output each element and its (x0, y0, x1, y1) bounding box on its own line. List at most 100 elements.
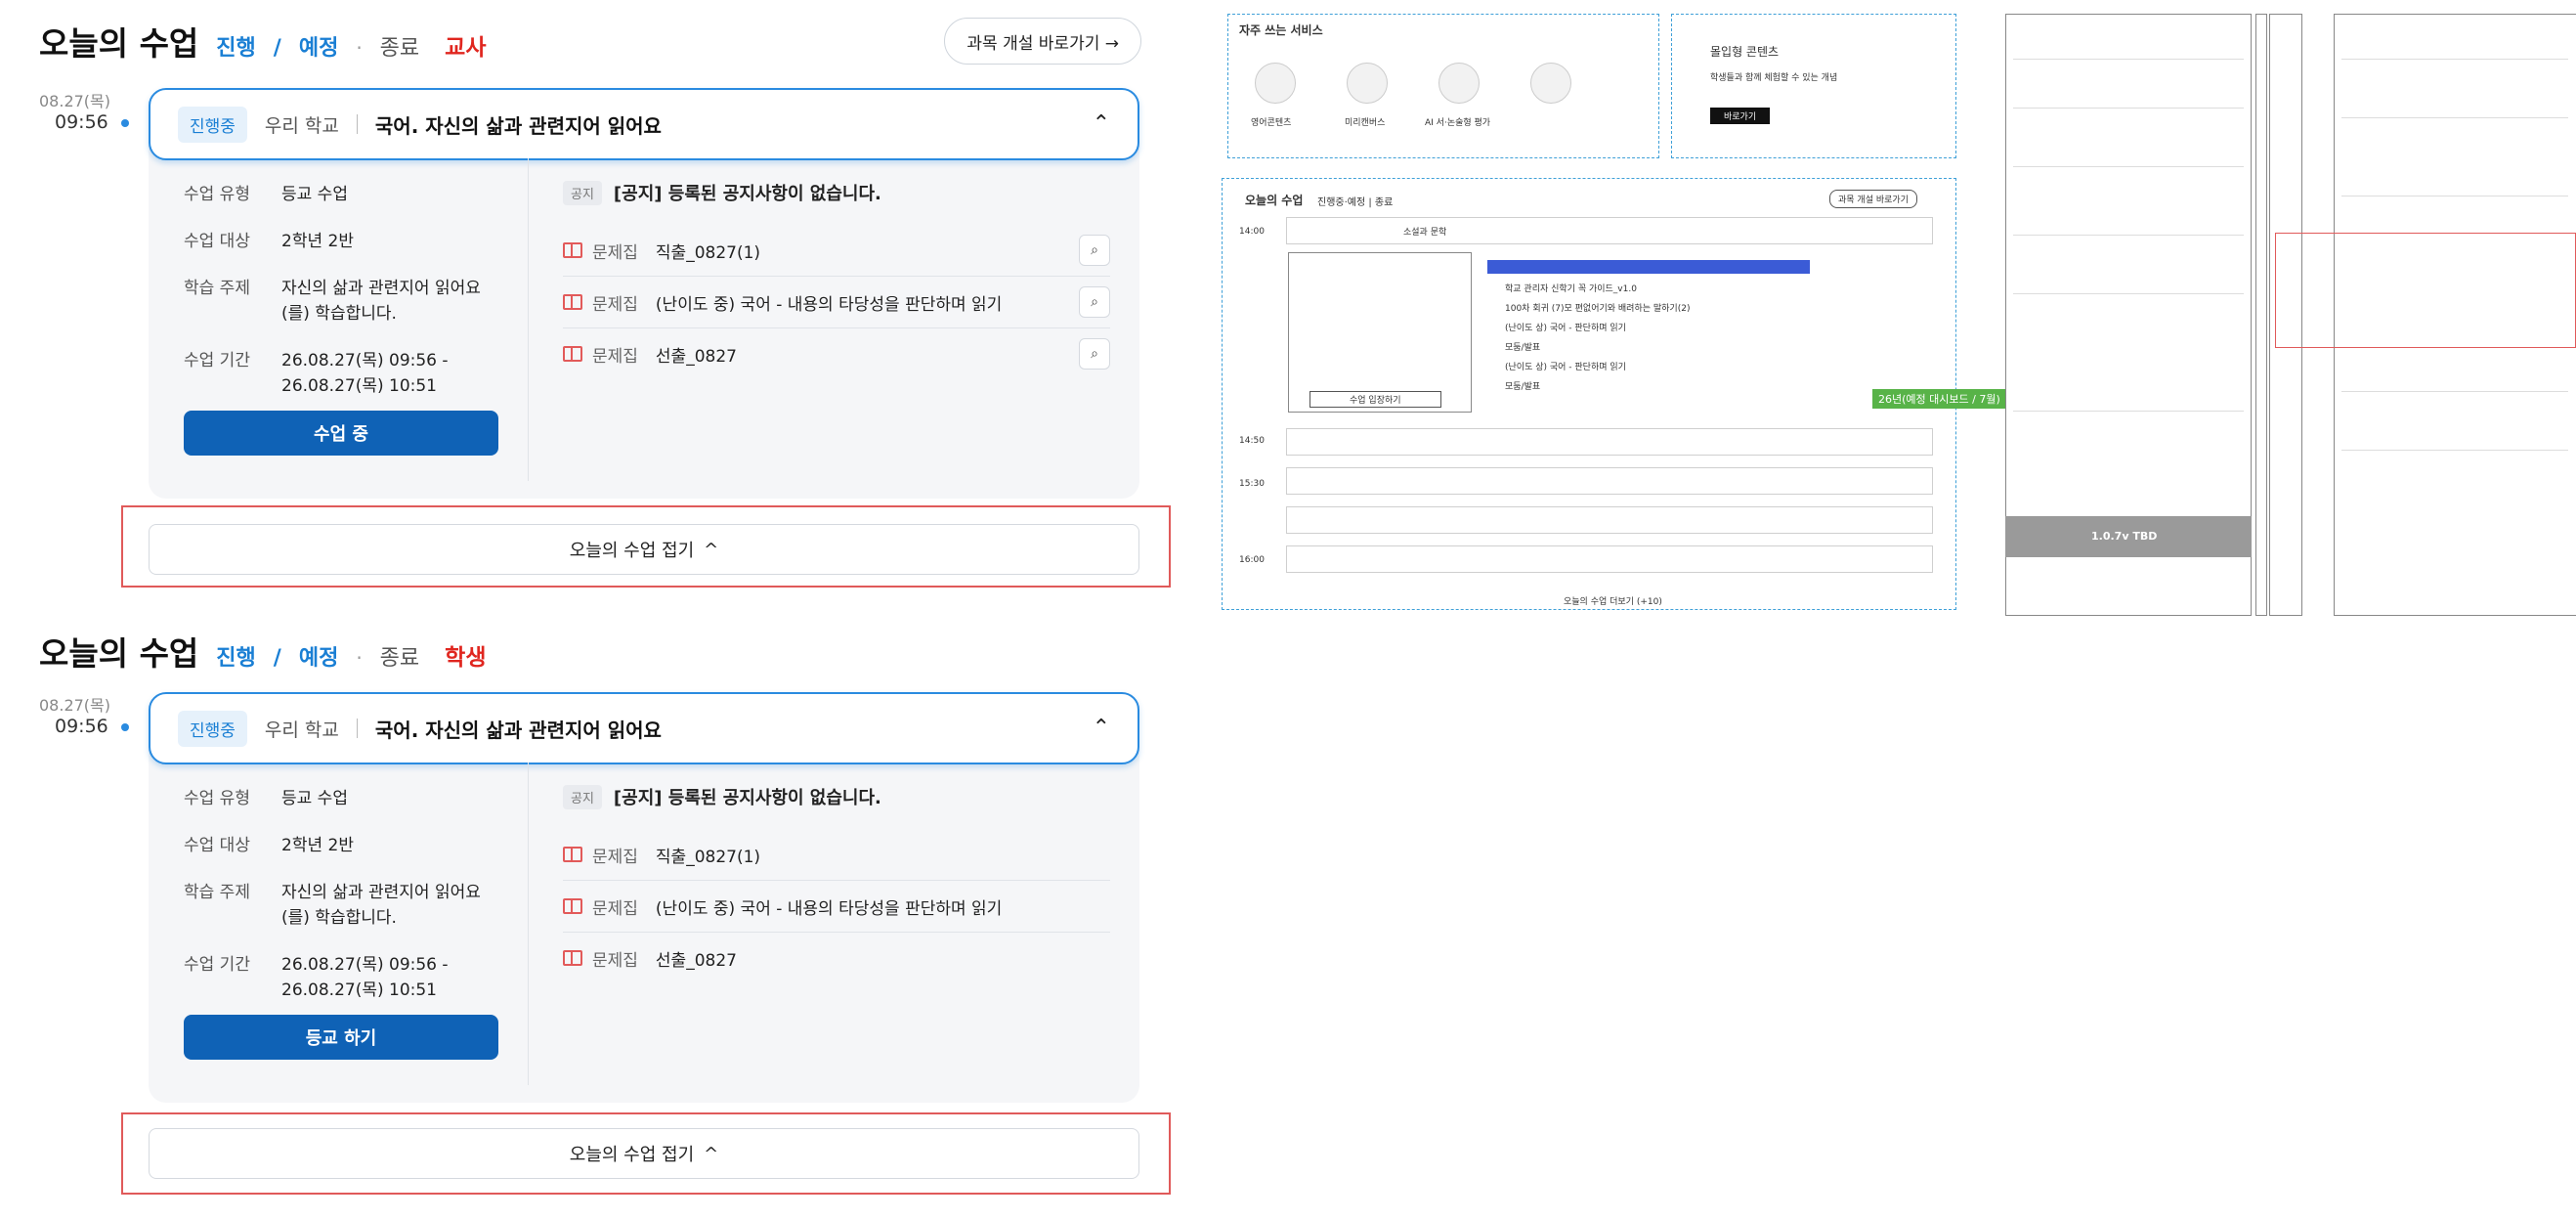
info-value: 26.08.27(목) 09:56 - 26.08.27(목) 10:51 (281, 351, 449, 396)
section-title: 오늘의 수업 (39, 634, 199, 673)
material-name: 선출_0827 (655, 346, 737, 367)
lesson-time: 09:56 (55, 111, 108, 133)
immersive-desc: 학생들과 함께 체험할 수 있는 개념 (1710, 73, 1838, 83)
spec-line (2013, 235, 2244, 236)
notice-tag: 공지 (563, 180, 602, 205)
role-label: 교사 (445, 35, 487, 61)
open-course-button[interactable]: 과목 개설 바로가기 → (944, 18, 1141, 65)
preview-icon[interactable]: ⌕ (1079, 338, 1110, 370)
section-title: 오늘의 수업 (39, 24, 199, 63)
book-icon (563, 950, 582, 966)
wire-more[interactable]: 오늘의 수업 더보기 (+10) (1564, 594, 1662, 607)
book-icon (563, 294, 582, 310)
material-type: 문제집 (592, 242, 638, 263)
wire-item: (난이도 상) 국어 - 판단하며 읽기 (1505, 363, 1626, 372)
service-icon[interactable] (1255, 63, 1296, 104)
spec-line (2341, 59, 2568, 60)
wire-item: 모둠/발표 (1505, 382, 1541, 392)
material-item[interactable]: 문제집 (난이도 중) 국어 - 내용의 타당성을 판단하며 읽기 ⌕ (563, 277, 1110, 328)
tab-ended[interactable]: 종료 (380, 30, 419, 62)
lesson-card-header[interactable]: 진행중 우리 학교 국어. 자신의 삶과 관련지어 읽어요 ⌃ (149, 692, 1139, 764)
immersive-button[interactable]: 바로가기 (1710, 108, 1771, 124)
attend-button[interactable]: 등교 하기 (184, 1015, 498, 1060)
title-row: 오늘의 수업 진행 / 예정 · 종료 교사 (39, 18, 486, 65)
tab-progress[interactable]: 진행 (216, 30, 255, 62)
preview-icon[interactable]: ⌕ (1079, 235, 1110, 266)
wire-item: 모둠/발표 (1505, 343, 1541, 353)
material-type: 문제집 (592, 950, 638, 971)
notice: 공지 [공지] 등록된 공지사항이 없습니다. (563, 178, 1110, 207)
info-row: 수업 유형 등교 수업 (184, 786, 516, 811)
fold-button[interactable]: 오늘의 수업 접기 ^ (149, 1128, 1139, 1179)
spec-line (2013, 108, 2244, 109)
info-value: 2학년 2반 (281, 232, 354, 251)
info-label: 학습 주제 (184, 279, 250, 298)
in-class-button[interactable]: 수업 중 (184, 411, 498, 456)
wire-row[interactable] (1286, 467, 1933, 495)
spec-line (2341, 450, 2568, 451)
timeline-dot (121, 119, 129, 127)
wire-enter-button[interactable]: 수업 입장하기 (1309, 391, 1441, 408)
lesson-card-body: 수업 유형 등교 수업 수업 대상 2학년 2반 학습 주제 자신의 삶과 관련지어 … (149, 158, 1139, 481)
divider (356, 719, 358, 738)
material-name: (난이도 중) 국어 - 내용의 타당성을 판단하며 읽기 (655, 294, 1003, 315)
chevron-up-icon[interactable]: ⌃ (1093, 716, 1110, 740)
service-icon[interactable] (1347, 63, 1388, 104)
wire-open-course[interactable]: 과목 개설 바로가기 (1829, 190, 1917, 208)
material-item[interactable]: 문제집 선출_0827 ⌕ (563, 328, 1110, 379)
info-row: 수업 대상 2학년 2반 (184, 229, 516, 254)
lesson-subject: 국어. 자신의 삶과 관련지어 읽어요 (374, 718, 662, 742)
spec-line (2013, 59, 2244, 60)
service-icon[interactable] (1438, 63, 1480, 104)
info-value: 2학년 2반 (281, 836, 354, 855)
tab-ended[interactable]: 종료 (380, 640, 419, 672)
info-label: 수업 기간 (184, 351, 250, 370)
student-panel: 오늘의 수업 진행 / 예정 · 종료 학생 08.27(목) 09:56 진행… (0, 604, 1182, 1220)
divider (356, 114, 358, 134)
wire-item: 100차 회귀 (7)모 편없어기와 배려하는 말하기(2) (1505, 304, 1691, 314)
wire-row[interactable] (1286, 217, 1933, 244)
service-label: AI 서·논술형 평가 (1425, 118, 1491, 128)
chevron-up-icon[interactable]: ⌃ (1093, 111, 1110, 136)
material-item[interactable]: 문제집 직출_0827(1) ⌕ (563, 225, 1110, 277)
wire-lesson-title: 오늘의 수업 (1245, 194, 1304, 207)
tbd-label: 1.0.7v TBD (2091, 530, 2158, 543)
wire-row[interactable] (1286, 545, 1933, 573)
wire-item: 학교 관리자 신학기 꼭 가이드_v1.0 (1505, 284, 1637, 294)
lesson-info: 수업 유형 등교 수업 수업 대상 2학년 2반 학습 주제 자신의 삶과 관련지어 … (184, 182, 516, 420)
wire-row[interactable] (1286, 428, 1933, 456)
service-icon[interactable] (1530, 63, 1571, 104)
tab-progress[interactable]: 진행 (216, 640, 255, 672)
material-type: 문제집 (592, 847, 638, 867)
services-title: 자주 쓰는 서비스 (1239, 23, 1323, 37)
info-row: 수업 유형 등교 수업 (184, 182, 516, 207)
book-icon (563, 346, 582, 362)
material-item[interactable]: 문제집 선출_0827 (563, 933, 1110, 983)
info-value: 26.08.27(목) 09:56 - 26.08.27(목) 10:51 (281, 955, 449, 1000)
material-item[interactable]: 문제집 직출_0827(1) (563, 829, 1110, 881)
tab-scheduled[interactable]: 예정 (299, 30, 338, 62)
material-item[interactable]: 문제집 (난이도 중) 국어 - 내용의 타당성을 판단하며 읽기 (563, 881, 1110, 933)
lesson-materials: 공지 [공지] 등록된 공지사항이 없습니다. 문제집 직출_0827(1) 문제… (563, 782, 1110, 983)
lesson-subject: 국어. 자신의 삶과 관련지어 읽어요 (374, 113, 662, 138)
chevron-up-icon: ^ (704, 1143, 719, 1164)
fold-label: 오늘의 수업 접기 (569, 1145, 695, 1165)
body-divider (528, 762, 529, 1085)
info-label: 수업 기간 (184, 955, 250, 975)
wire-selected-bar (1487, 260, 1810, 274)
wire-lesson-tabs: 진행중·예정 | 종료 (1317, 197, 1394, 208)
spec-line (2013, 411, 2244, 412)
material-name: 선출_0827 (655, 950, 737, 971)
tab-scheduled[interactable]: 예정 (299, 640, 338, 672)
wire-row[interactable] (1286, 506, 1933, 534)
material-name: (난이도 중) 국어 - 내용의 타당성을 판단하며 읽기 (655, 898, 1003, 919)
info-value: 등교 수업 (281, 185, 348, 204)
material-type: 문제집 (592, 898, 638, 919)
service-label: 미리캔버스 (1345, 118, 1386, 128)
preview-icon[interactable]: ⌕ (1079, 286, 1110, 318)
lesson-info: 수업 유형 등교 수업 수업 대상 2학년 2반 학습 주제 자신의 삶과 관련지어 … (184, 786, 516, 1024)
lesson-card-header[interactable]: 진행중 우리 학교 국어. 자신의 삶과 관련지어 읽어요 ⌃ (149, 88, 1139, 160)
info-row: 학습 주제 자신의 삶과 관련지어 읽어요(를) 학습합니다. (184, 276, 516, 327)
fold-button[interactable]: 오늘의 수업 접기 ^ (149, 524, 1139, 575)
tab-slash: / (273, 646, 281, 671)
